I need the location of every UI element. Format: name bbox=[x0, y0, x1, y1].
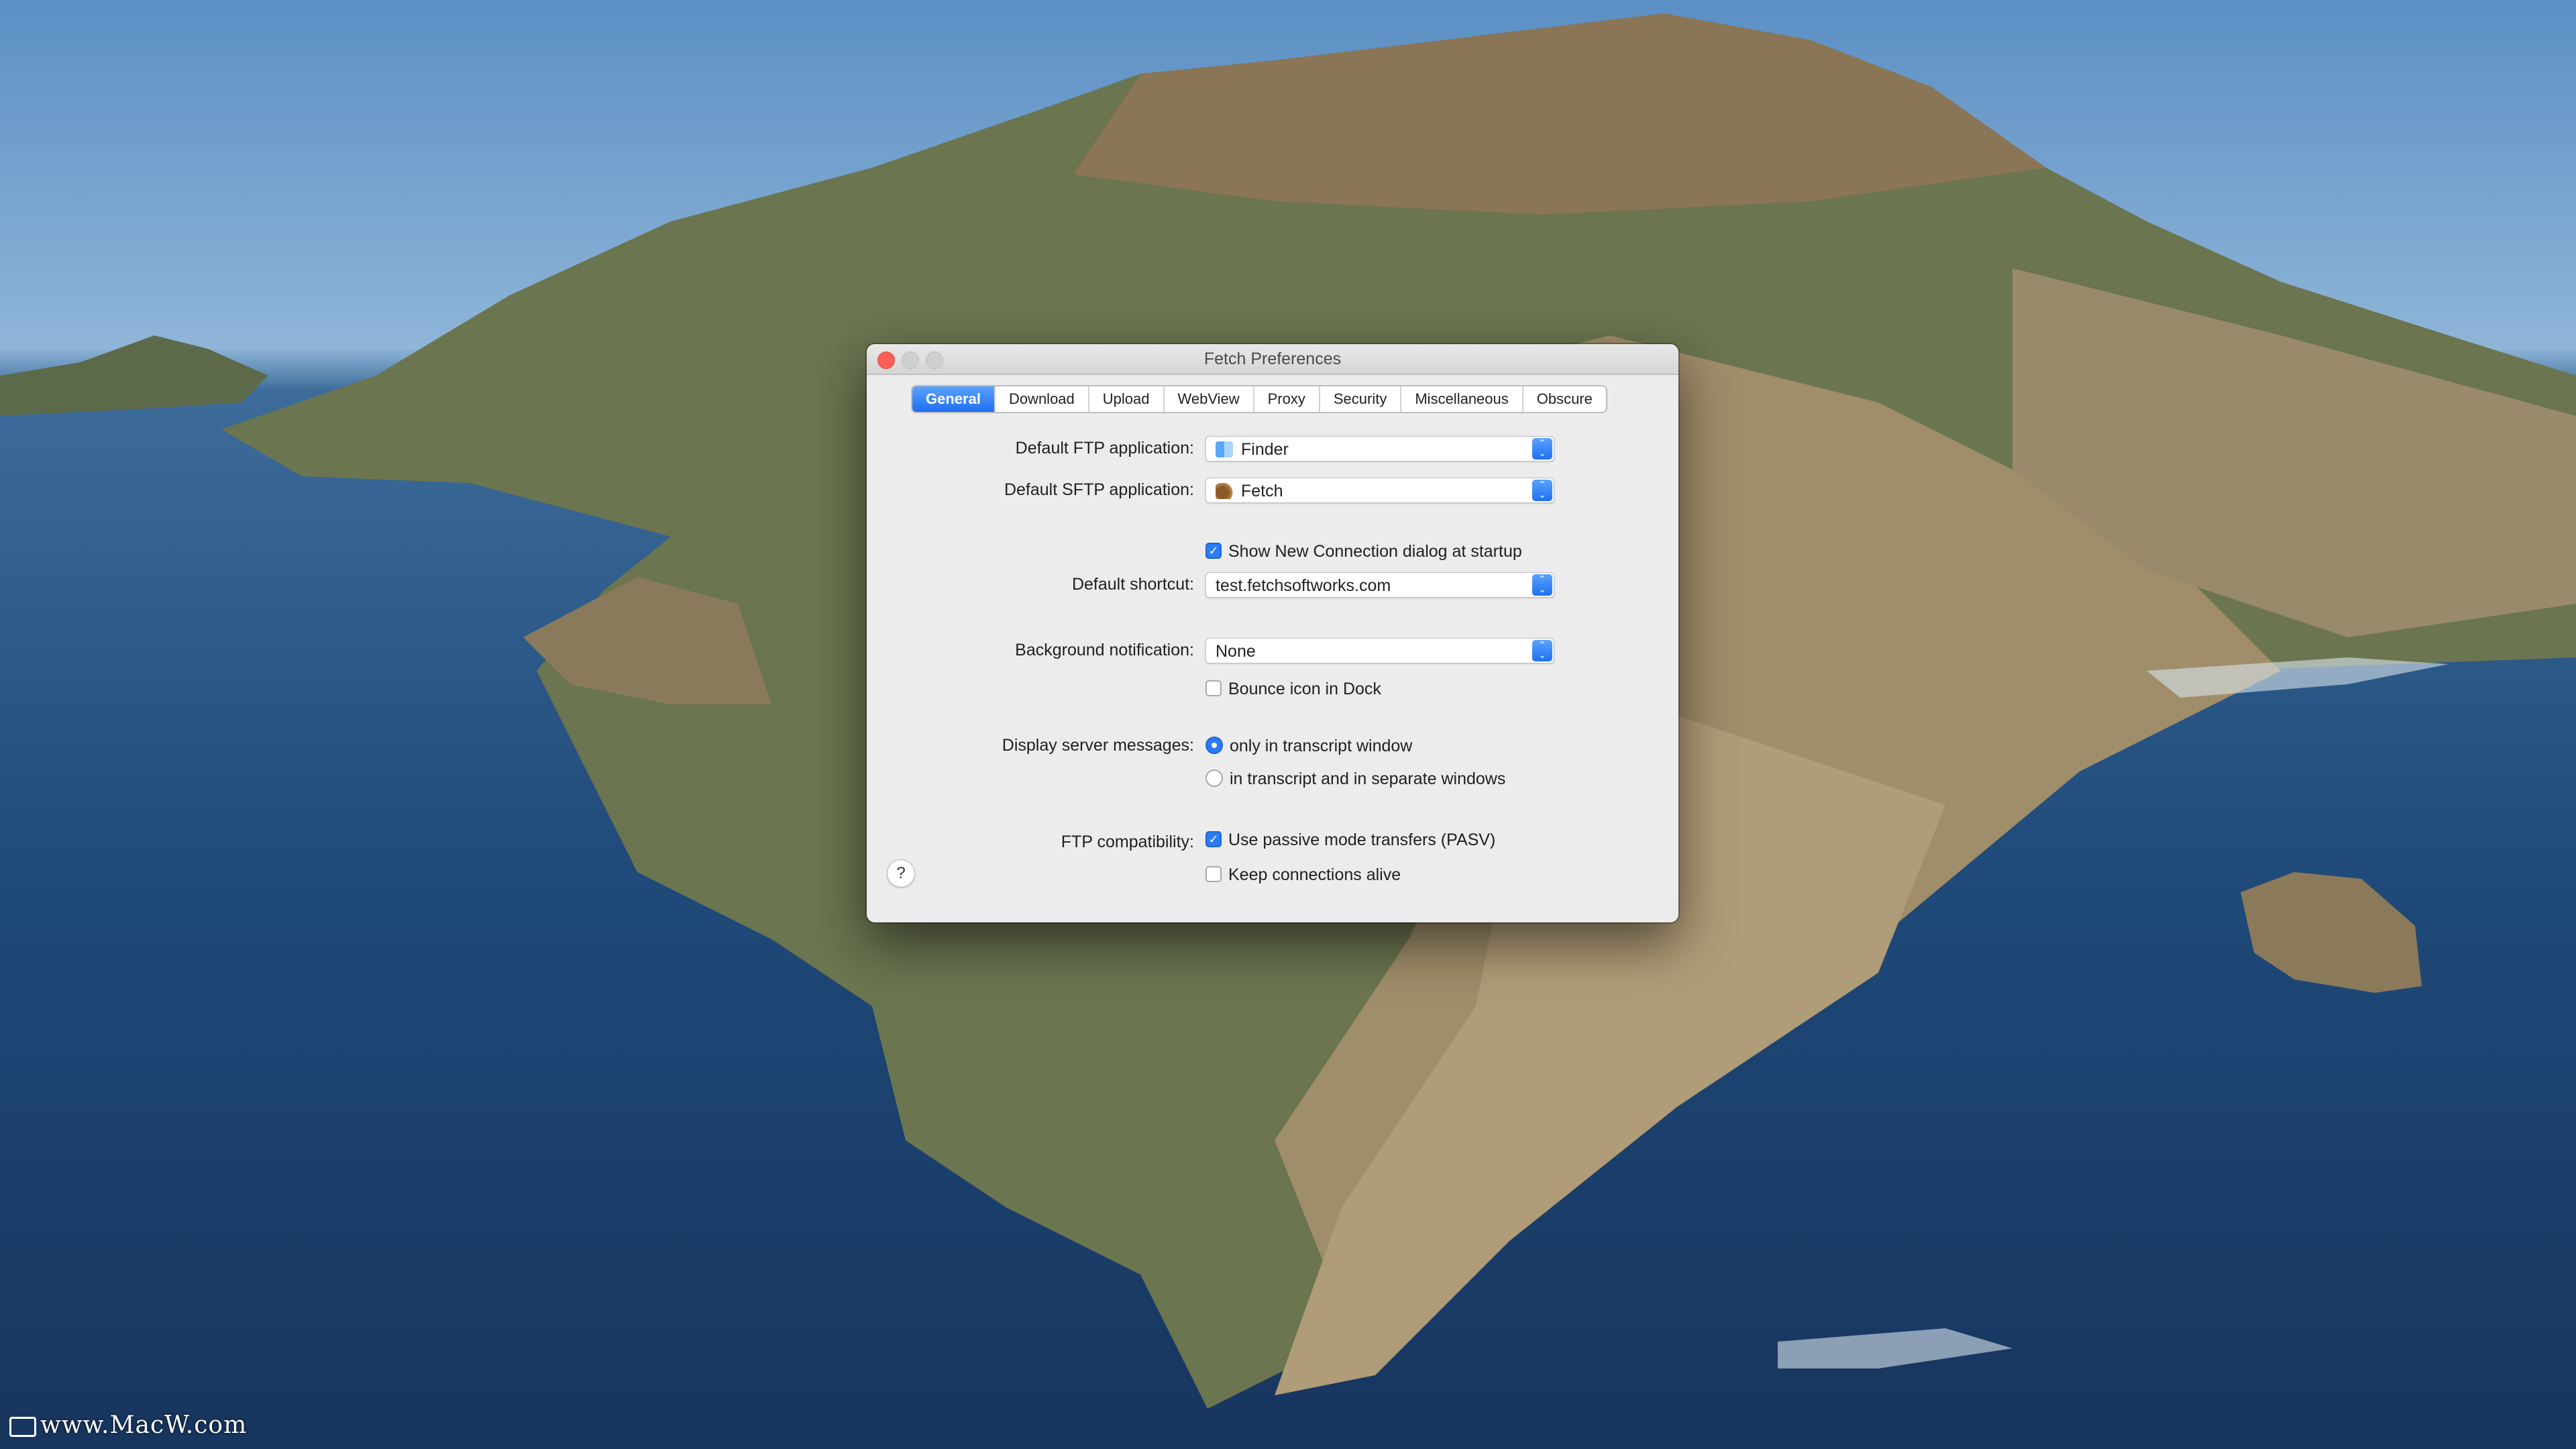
shortcut-label: Default shortcut: bbox=[1071, 575, 1194, 594]
bounce-icon-checkbox[interactable]: Bounce icon in Dock bbox=[1205, 679, 1381, 699]
passive-mode-checkbox[interactable]: ✓ Use passive mode transfers (PASV) bbox=[1205, 830, 1495, 850]
tab-miscellaneous[interactable]: Miscellaneous bbox=[1400, 386, 1521, 412]
checkmark-icon: ✓ bbox=[1205, 543, 1222, 559]
tab-general[interactable]: General bbox=[912, 386, 994, 412]
chevron-updown-icon: ⌃ ⌄ bbox=[1532, 574, 1552, 596]
title-bar[interactable]: Fetch Preferences bbox=[867, 344, 1678, 375]
bg-notification-value: None bbox=[1216, 642, 1256, 661]
ftp-compat-label: FTP compatibility: bbox=[1061, 833, 1194, 851]
ftp-app-value: Finder bbox=[1241, 440, 1289, 459]
radio-label: only in transcript window bbox=[1230, 737, 1413, 755]
chevron-updown-icon: ⌃ ⌄ bbox=[1532, 480, 1552, 501]
tab-webview[interactable]: WebView bbox=[1163, 386, 1253, 412]
watermark: www.MacW.com bbox=[9, 1411, 247, 1439]
radio-selected-icon bbox=[1205, 737, 1223, 755]
radio-label: in transcript and in separate windows bbox=[1230, 769, 1506, 788]
checkmark-icon: ✓ bbox=[1205, 831, 1222, 848]
tab-security[interactable]: Security bbox=[1318, 386, 1400, 412]
bounce-icon-label: Bounce icon in Dock bbox=[1228, 680, 1381, 698]
tab-obscure[interactable]: Obscure bbox=[1521, 386, 1606, 412]
chevron-updown-icon: ⌃ ⌄ bbox=[1532, 640, 1552, 661]
preferences-window: Fetch Preferences General Download Uploa… bbox=[867, 344, 1678, 922]
finder-icon bbox=[1216, 441, 1233, 458]
shortcut-select[interactable]: test.fetchsoftworks.com ⌃ ⌄ bbox=[1205, 572, 1554, 598]
checkbox-icon bbox=[1205, 680, 1222, 697]
radio-unselected-icon bbox=[1205, 769, 1223, 788]
show-new-connection-label: Show New Connection dialog at startup bbox=[1228, 542, 1522, 561]
sftp-app-value: Fetch bbox=[1241, 482, 1283, 500]
fetch-dog-icon bbox=[1216, 483, 1233, 499]
monitor-icon bbox=[9, 1417, 36, 1437]
window-title: Fetch Preferences bbox=[1203, 350, 1342, 368]
shortcut-value: test.fetchsoftworks.com bbox=[1216, 576, 1391, 595]
passive-mode-label: Use passive mode transfers (PASV) bbox=[1228, 830, 1496, 849]
tab-download[interactable]: Download bbox=[994, 386, 1088, 412]
tab-proxy[interactable]: Proxy bbox=[1252, 386, 1319, 412]
bg-notification-select[interactable]: None ⌃ ⌄ bbox=[1205, 638, 1554, 663]
sftp-app-select[interactable]: Fetch ⌃ ⌄ bbox=[1205, 478, 1554, 503]
watermark-text: www.MacW.com bbox=[40, 1411, 248, 1439]
checkbox-icon bbox=[1205, 866, 1222, 883]
sftp-app-label: Default SFTP application: bbox=[1004, 480, 1194, 499]
keep-alive-checkbox[interactable]: Keep connections alive bbox=[1205, 865, 1401, 885]
ftp-app-select[interactable]: Finder ⌃ ⌄ bbox=[1205, 436, 1554, 462]
tab-upload[interactable]: Upload bbox=[1087, 386, 1163, 412]
show-new-connection-checkbox[interactable]: ✓ Show New Connection dialog at startup bbox=[1205, 541, 1522, 561]
bg-notification-label: Background notification: bbox=[1015, 641, 1194, 659]
tab-bar: General Download Upload WebView Proxy Se… bbox=[911, 385, 1607, 413]
desktop: Fetch Preferences General Download Uploa… bbox=[0, 0, 2576, 1449]
server-messages-label: Display server messages: bbox=[1002, 736, 1194, 755]
ftp-app-label: Default FTP application: bbox=[1015, 439, 1194, 458]
server-messages-radio-separate-windows[interactable]: in transcript and in separate windows bbox=[1205, 769, 1505, 789]
help-button[interactable]: ? bbox=[887, 859, 915, 888]
chevron-updown-icon: ⌃ ⌄ bbox=[1532, 438, 1552, 460]
keep-alive-label: Keep connections alive bbox=[1228, 865, 1401, 884]
server-messages-radio-transcript-only[interactable]: only in transcript window bbox=[1205, 736, 1412, 756]
